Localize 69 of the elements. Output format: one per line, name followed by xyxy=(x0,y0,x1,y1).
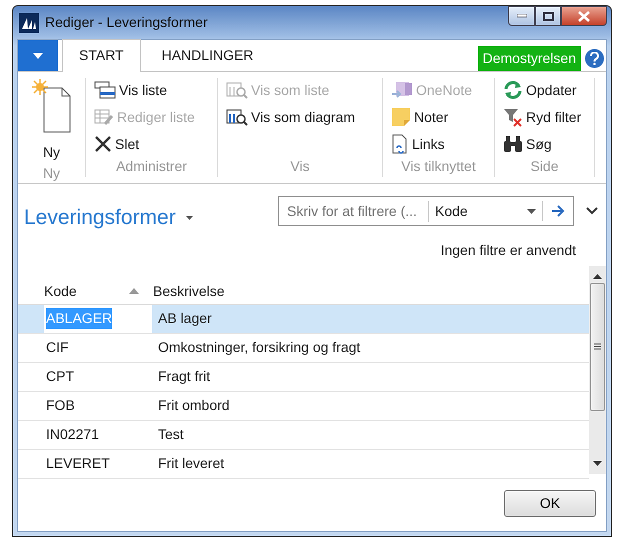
table-cell-text: Omkostninger, forsikring og fragt xyxy=(158,338,360,357)
delete-icon xyxy=(94,135,112,153)
list-icon xyxy=(94,81,116,99)
close-button[interactable] xyxy=(561,6,607,26)
ribbon-tab[interactable]: HANDLINGER xyxy=(144,39,270,71)
app-menu-button[interactable] xyxy=(18,40,58,71)
table-cell-text: FOB xyxy=(46,396,75,415)
scroll-down-icon[interactable] xyxy=(593,460,602,466)
table-row[interactable]: FOB Frit ombord xyxy=(18,392,589,420)
link-icon xyxy=(391,134,409,154)
ribbon-button[interactable]: Noter xyxy=(389,105,488,129)
chart-search-icon xyxy=(226,108,248,126)
ribbon-button[interactable]: Vis som diagram xyxy=(224,105,376,129)
minimize-button[interactable] xyxy=(508,6,535,26)
note-icon xyxy=(391,107,411,127)
group-label: Vis tilknyttet xyxy=(400,157,477,176)
filter-box[interactable]: Skriv for at filtrere (... Kode xyxy=(278,196,574,226)
refresh-icon xyxy=(503,80,523,100)
ribbon-button[interactable]: Opdater xyxy=(501,78,588,102)
ribbon-button[interactable]: Ryd filter xyxy=(501,105,588,129)
ribbon-button[interactable]: Vis liste xyxy=(92,78,211,102)
ribbon-tab[interactable]: START xyxy=(62,39,141,72)
company-name: Demostyrelsen xyxy=(478,46,581,71)
maximize-icon xyxy=(542,12,554,20)
page-title[interactable]: Leveringsformer xyxy=(24,202,193,234)
scroll-up-icon[interactable] xyxy=(593,274,602,278)
maximize-button[interactable] xyxy=(535,6,561,26)
minimize-icon xyxy=(516,14,526,18)
notebook-icon xyxy=(391,81,413,99)
table-cell-text: AB lager xyxy=(158,309,212,328)
ribbon-button[interactable]: Slet xyxy=(92,132,211,156)
window-title: Rediger - Leveringsformer xyxy=(45,13,208,32)
table-row[interactable]: ABLAGER AB lager xyxy=(18,304,589,334)
table-cell-text: CPT xyxy=(46,367,74,386)
chart-search-icon xyxy=(226,81,248,99)
column-header[interactable]: Kode xyxy=(44,280,77,302)
app-logo-icon xyxy=(19,12,39,32)
binoculars-icon xyxy=(503,135,523,153)
table-cell: ABLAGER xyxy=(46,308,112,329)
grip-icon xyxy=(594,343,601,350)
table-cell-text: Test xyxy=(158,425,184,444)
ribbon-button[interactable]: Links xyxy=(389,132,488,156)
table-cell-text: Frit ombord xyxy=(158,396,230,415)
table-cell-text: IN02271 xyxy=(46,425,99,444)
group-label: Administrer xyxy=(115,157,188,176)
group-label: Ny xyxy=(42,164,62,183)
table-cell-text: Fragt frit xyxy=(158,367,210,386)
caret-icon xyxy=(186,216,193,220)
table-cell-text: Frit leveret xyxy=(158,454,224,473)
group-label: Side xyxy=(529,157,560,176)
column-header[interactable]: Beskrivelse xyxy=(153,282,225,298)
ok-button[interactable]: OK xyxy=(504,490,596,517)
ribbon-button[interactable]: Søg xyxy=(501,132,588,156)
group-label: Vis xyxy=(289,157,311,176)
caret-icon[interactable] xyxy=(527,208,536,214)
help-icon[interactable] xyxy=(585,49,604,68)
edit-list-icon xyxy=(94,108,114,126)
table-row[interactable]: CPT Fragt frit xyxy=(18,362,589,392)
close-icon xyxy=(578,10,590,22)
ribbon-button[interactable]: Ny xyxy=(24,78,79,163)
caret-icon xyxy=(33,52,43,58)
clear-filter-icon xyxy=(503,107,523,127)
table-cell-text: CIF xyxy=(46,338,69,357)
table-row[interactable]: LEVERET Frit leveret xyxy=(18,450,589,478)
table-row[interactable]: IN02271 Test xyxy=(18,420,589,450)
table-row[interactable]: CIF Omkostninger, forsikring og fragt xyxy=(18,334,589,362)
scrollbar[interactable] xyxy=(589,266,606,474)
filter-status: Ingen filtre er anvendt xyxy=(440,240,577,260)
table-cell-text: LEVERET xyxy=(46,454,110,473)
